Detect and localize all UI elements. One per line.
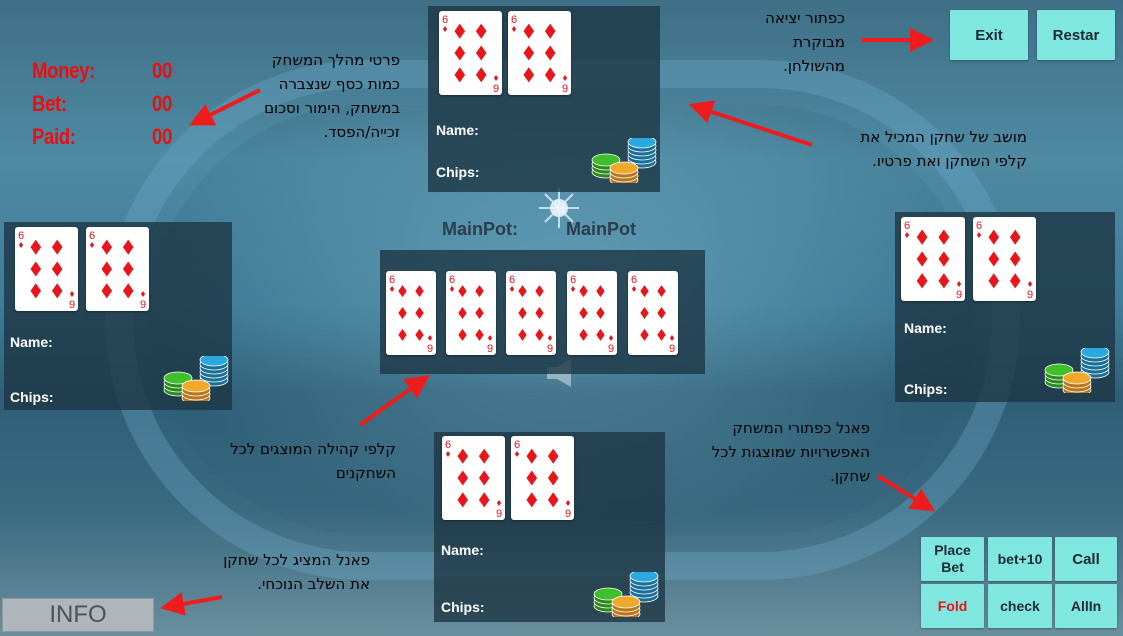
arrow-to-hud bbox=[189, 88, 261, 126]
arrow-to-community bbox=[358, 375, 430, 427]
game-stage: Money: 00 Bet: 00 Paid: 00 69 69 Name: C… bbox=[0, 0, 1123, 636]
arrow-to-actions bbox=[876, 474, 936, 512]
annotation-arrows bbox=[160, 28, 936, 616]
arrow-to-seat bbox=[688, 100, 813, 147]
arrow-to-info bbox=[160, 592, 223, 616]
